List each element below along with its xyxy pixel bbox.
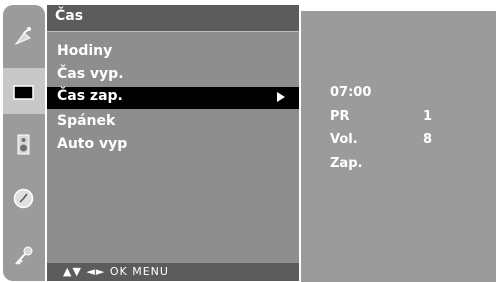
- program-value[interactable]: 1: [423, 109, 432, 124]
- menu-item-label: Čas zap.: [57, 88, 123, 104]
- speaker-icon[interactable]: [12, 133, 35, 156]
- clock-icon[interactable]: [12, 187, 35, 210]
- menu-title-bar: Čas: [47, 5, 299, 32]
- on-time-settings-panel: 07:00 PR 1 Vol. 8 Zap.: [301, 11, 496, 282]
- navigation-hint: ▲▼ ◄► OK MENU: [63, 265, 169, 278]
- menu-item-spanek[interactable]: Spánek: [47, 112, 299, 134]
- menu-item-auto-vyp[interactable]: Auto vyp: [47, 135, 299, 157]
- submenu-arrow-icon: [277, 92, 285, 102]
- on-state-label[interactable]: Zap.: [330, 156, 362, 171]
- satellite-dish-icon[interactable]: [12, 26, 35, 49]
- menu-title: Čas: [55, 8, 84, 24]
- osd-screen: Čas Hodiny Čas vyp. Čas zap. Spánek Auto…: [0, 0, 496, 282]
- menu-item-cas-zap[interactable]: Čas zap.: [47, 87, 299, 109]
- key-icon[interactable]: [12, 245, 35, 268]
- time-menu-panel: Čas Hodiny Čas vyp. Čas zap. Spánek Auto…: [47, 5, 299, 281]
- menu-item-label: Spánek: [57, 113, 116, 129]
- menu-footer-hint: ▲▼ ◄► OK MENU: [47, 263, 299, 281]
- screen-icon[interactable]: [12, 81, 35, 104]
- menu-item-cas-vyp[interactable]: Čas vyp.: [47, 65, 299, 87]
- program-label: PR: [330, 109, 350, 124]
- volume-label: Vol.: [330, 132, 358, 147]
- menu-item-label: Auto vyp: [57, 136, 128, 152]
- on-time-value[interactable]: 07:00: [330, 85, 371, 100]
- menu-item-label: Čas vyp.: [57, 66, 124, 82]
- menu-item-hodiny[interactable]: Hodiny: [47, 42, 299, 64]
- menu-category-strip: [3, 5, 45, 281]
- volume-value[interactable]: 8: [423, 132, 432, 147]
- menu-item-label: Hodiny: [57, 43, 113, 59]
